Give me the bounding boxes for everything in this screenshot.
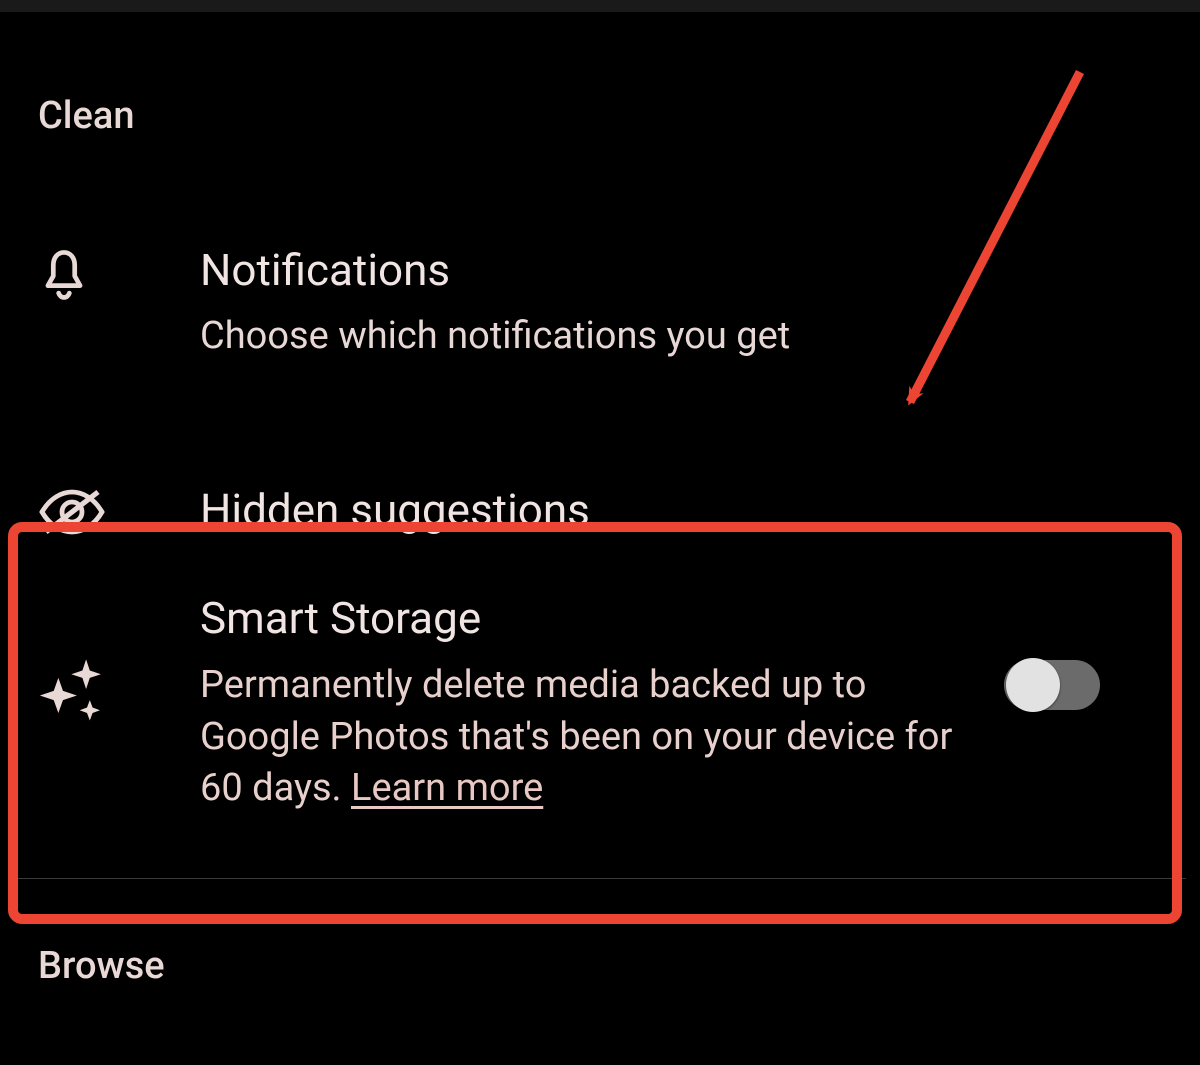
setting-row-notifications[interactable]: Notifications Choose which notifications… <box>0 246 1200 362</box>
smart-storage-toggle[interactable] <box>1004 660 1100 710</box>
notifications-text: Notifications Choose which notifications… <box>200 246 1162 362</box>
status-bar <box>0 0 1200 12</box>
settings-screen: Clean Notifications Choose which notific… <box>0 0 1200 1065</box>
notifications-title: Notifications <box>200 246 1162 294</box>
divider <box>14 878 1186 879</box>
smart-storage-text: Smart Storage Permanently delete media b… <box>200 594 960 814</box>
bell-icon <box>38 246 200 306</box>
section-header-browse: Browse <box>38 944 165 988</box>
smart-storage-toggle-col <box>960 660 1100 710</box>
hidden-suggestions-title: Hidden suggestions <box>200 486 1162 534</box>
smart-storage-body: Permanently delete media backed up to Go… <box>200 660 960 814</box>
toggle-thumb <box>1006 658 1060 712</box>
smart-storage-title: Smart Storage <box>200 594 960 642</box>
learn-more-link[interactable]: Learn more <box>351 766 543 810</box>
notifications-subtitle: Choose which notifications you get <box>200 312 1162 361</box>
setting-row-hidden-suggestions[interactable]: Hidden suggestions <box>0 486 1200 538</box>
content-area: Clean Notifications Choose which notific… <box>0 12 1200 538</box>
hidden-suggestions-text: Hidden suggestions <box>200 486 1162 534</box>
eye-off-icon <box>38 486 200 538</box>
setting-row-smart-storage[interactable]: Smart Storage Permanently delete media b… <box>38 594 1162 814</box>
section-header-clean: Clean <box>0 12 1200 138</box>
sparkle-icon <box>38 652 200 726</box>
smart-storage-body-text: Permanently delete media backed up to Go… <box>200 663 952 810</box>
